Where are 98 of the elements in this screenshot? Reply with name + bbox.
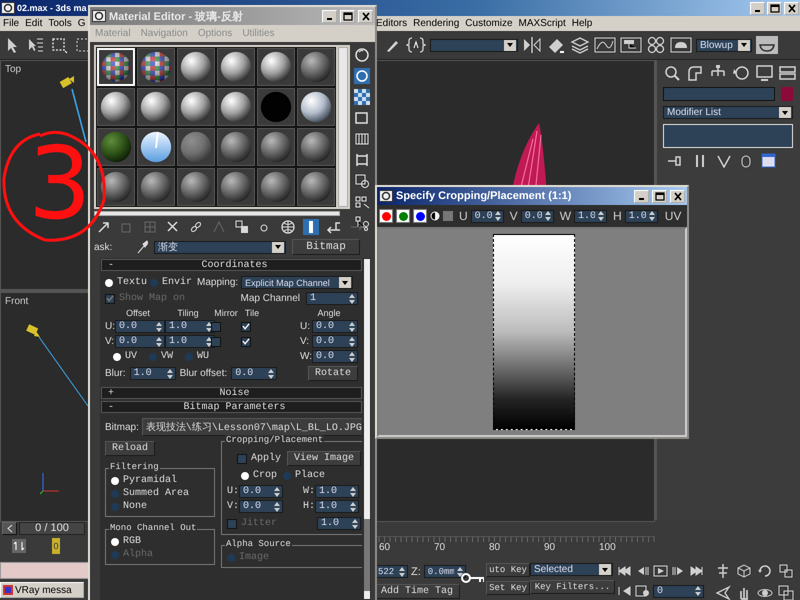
apply-checkbox[interactable]: Apply: [237, 453, 282, 464]
axis-label: V:: [300, 336, 310, 347]
axis-label: W: [560, 209, 572, 223]
filter-radio[interactable]: None: [111, 501, 209, 512]
auto-key-button[interactable]: uto Key: [486, 563, 530, 577]
taskbar-button[interactable]: VRay messa: [0, 582, 84, 598]
menu-item[interactable]: Help: [568, 18, 596, 29]
frame-counter[interactable]: 0 / 100: [19, 522, 85, 534]
key-filters-button[interactable]: Key Filters...: [530, 580, 615, 594]
ruler-label: 60: [379, 541, 392, 555]
field-label: Blur offset:: [180, 368, 228, 379]
viewport-label[interactable]: Front: [5, 296, 28, 307]
spinner-field[interactable]: 0.0: [239, 500, 283, 513]
group-title: Alpha Source: [225, 539, 292, 549]
spinner-field[interactable]: 1.0: [130, 367, 176, 380]
render-preset-dropdown[interactable]: Blowup: [696, 38, 752, 52]
spinner-field[interactable]: 0.0: [312, 320, 358, 333]
plane-radio[interactable]: VW: [149, 351, 174, 362]
mode-label: UV: [664, 209, 682, 223]
axis-label: V:: [105, 336, 115, 347]
set-key-button[interactable]: Set Key: [486, 581, 530, 595]
axis-label: W:: [300, 351, 312, 362]
source-radio[interactable]: Envir: [150, 277, 192, 288]
source-radio[interactable]: Textu: [105, 277, 148, 288]
column-header: Angle: [316, 308, 342, 318]
mask-label: ask:: [94, 242, 114, 252]
group-title: Cropping/Placement: [225, 435, 324, 445]
axis-label: H: [613, 209, 622, 223]
channel-radio[interactable]: RGB: [111, 536, 209, 547]
menu-item[interactable]: Edit: [22, 18, 46, 29]
field-label: Map Channel: [240, 293, 300, 304]
spinner-field[interactable]: 1.0: [315, 500, 360, 513]
field-label: Mapping:: [197, 277, 238, 288]
window-title: 02.max - 3ds ma: [17, 3, 87, 13]
spinner-field[interactable]: 0.0: [312, 350, 358, 363]
spinner-field[interactable]: 0.0: [115, 335, 165, 348]
column-header: Tiling: [176, 308, 200, 318]
rollout-header[interactable]: - Bitmap Parameters: [101, 401, 362, 413]
plane-radio[interactable]: WU: [185, 351, 210, 362]
plane-radio[interactable]: UV: [113, 351, 138, 362]
crop-mode-radio[interactable]: Place: [283, 470, 326, 481]
spinner-field[interactable]: 0.0: [312, 335, 358, 348]
spinner-field[interactable]: 0.0: [239, 485, 283, 498]
coordinate-field[interactable]: 522.: [374, 565, 408, 578]
column-header: Offset: [125, 308, 151, 318]
field-label: Blur:: [105, 368, 126, 379]
axis-label: U:: [300, 321, 311, 332]
rollout-header[interactable]: + Noise: [101, 387, 362, 399]
filter-radio[interactable]: Pyramidal: [111, 475, 209, 486]
spinner-field[interactable]: 0.0: [115, 320, 165, 333]
axis-label: U:: [105, 321, 115, 332]
menu-item[interactable]: File: [0, 18, 22, 29]
field-label: Bitmap:: [105, 422, 139, 432]
axis-label: V: [510, 209, 518, 223]
menu-item[interactable]: Customize: [462, 18, 516, 29]
axis-label: V:: [227, 501, 237, 512]
menu-item[interactable]: Tools: [45, 18, 75, 29]
filter-radio[interactable]: Summed Area: [111, 488, 209, 499]
menu-item[interactable]: MAXScript: [516, 18, 569, 29]
window-title: Material Editor - 玻璃-反射: [109, 10, 243, 24]
key-mode-dropdown[interactable]: Selected: [530, 563, 613, 576]
spinner-field[interactable]: 1.0: [165, 320, 215, 333]
menu-item[interactable]: Editors: [373, 18, 410, 29]
crop-mode-radio[interactable]: Crop: [241, 470, 278, 481]
window-title: Specify Cropping/Placement (1:1): [396, 190, 572, 202]
ruler-label: 100: [599, 541, 617, 555]
ruler-label: 70: [434, 541, 446, 555]
axis-label: U:: [227, 486, 237, 497]
menu-item[interactable]: Rendering: [410, 18, 462, 29]
spinner-field[interactable]: 0.0: [231, 367, 278, 380]
group-title: Mono Channel Out: [109, 523, 198, 533]
rollout-header[interactable]: - Coordinates: [101, 259, 362, 271]
mapping-dropdown[interactable]: Explicit Map Channel: [241, 276, 354, 289]
viewport-label[interactable]: Top: [5, 64, 22, 75]
map-name-dropdown[interactable]: 渐变: [154, 240, 286, 254]
axis-label: U: [459, 209, 468, 223]
frame-field[interactable]: 0: [653, 584, 704, 598]
coordinate-label: Z:: [411, 566, 421, 578]
spinner-field[interactable]: 1.0: [165, 335, 215, 348]
menu-item[interactable]: G: [74, 18, 88, 29]
axis-label: H:: [303, 501, 314, 512]
frame-marker[interactable]: 0: [52, 538, 60, 554]
view-image-button[interactable]: View Image: [287, 451, 362, 466]
rotate-button[interactable]: Rotate: [308, 366, 358, 381]
add-time-tag-button[interactable]: Add Time Tag: [374, 584, 460, 599]
ruler-label: 90: [544, 541, 556, 555]
bitmap-path-button[interactable]: 表现技法\练习\Lesson07\map\L_BL_LO.JPG: [142, 418, 362, 436]
axis-label: W:: [303, 486, 314, 497]
ruler-label: 80: [489, 541, 502, 555]
map-type-button[interactable]: Bitmap: [292, 239, 360, 255]
column-header: Tile: [244, 308, 260, 318]
group-title: Filtering: [109, 462, 160, 472]
spinner-field[interactable]: 1.0: [315, 485, 360, 498]
annotation-number: 3: [28, 134, 92, 234]
modifier-list-dropdown[interactable]: Modifier List: [663, 106, 793, 119]
reload-button[interactable]: Reload: [105, 441, 156, 456]
spinner-field[interactable]: 1: [306, 292, 358, 305]
column-header: Mirror: [213, 308, 239, 318]
